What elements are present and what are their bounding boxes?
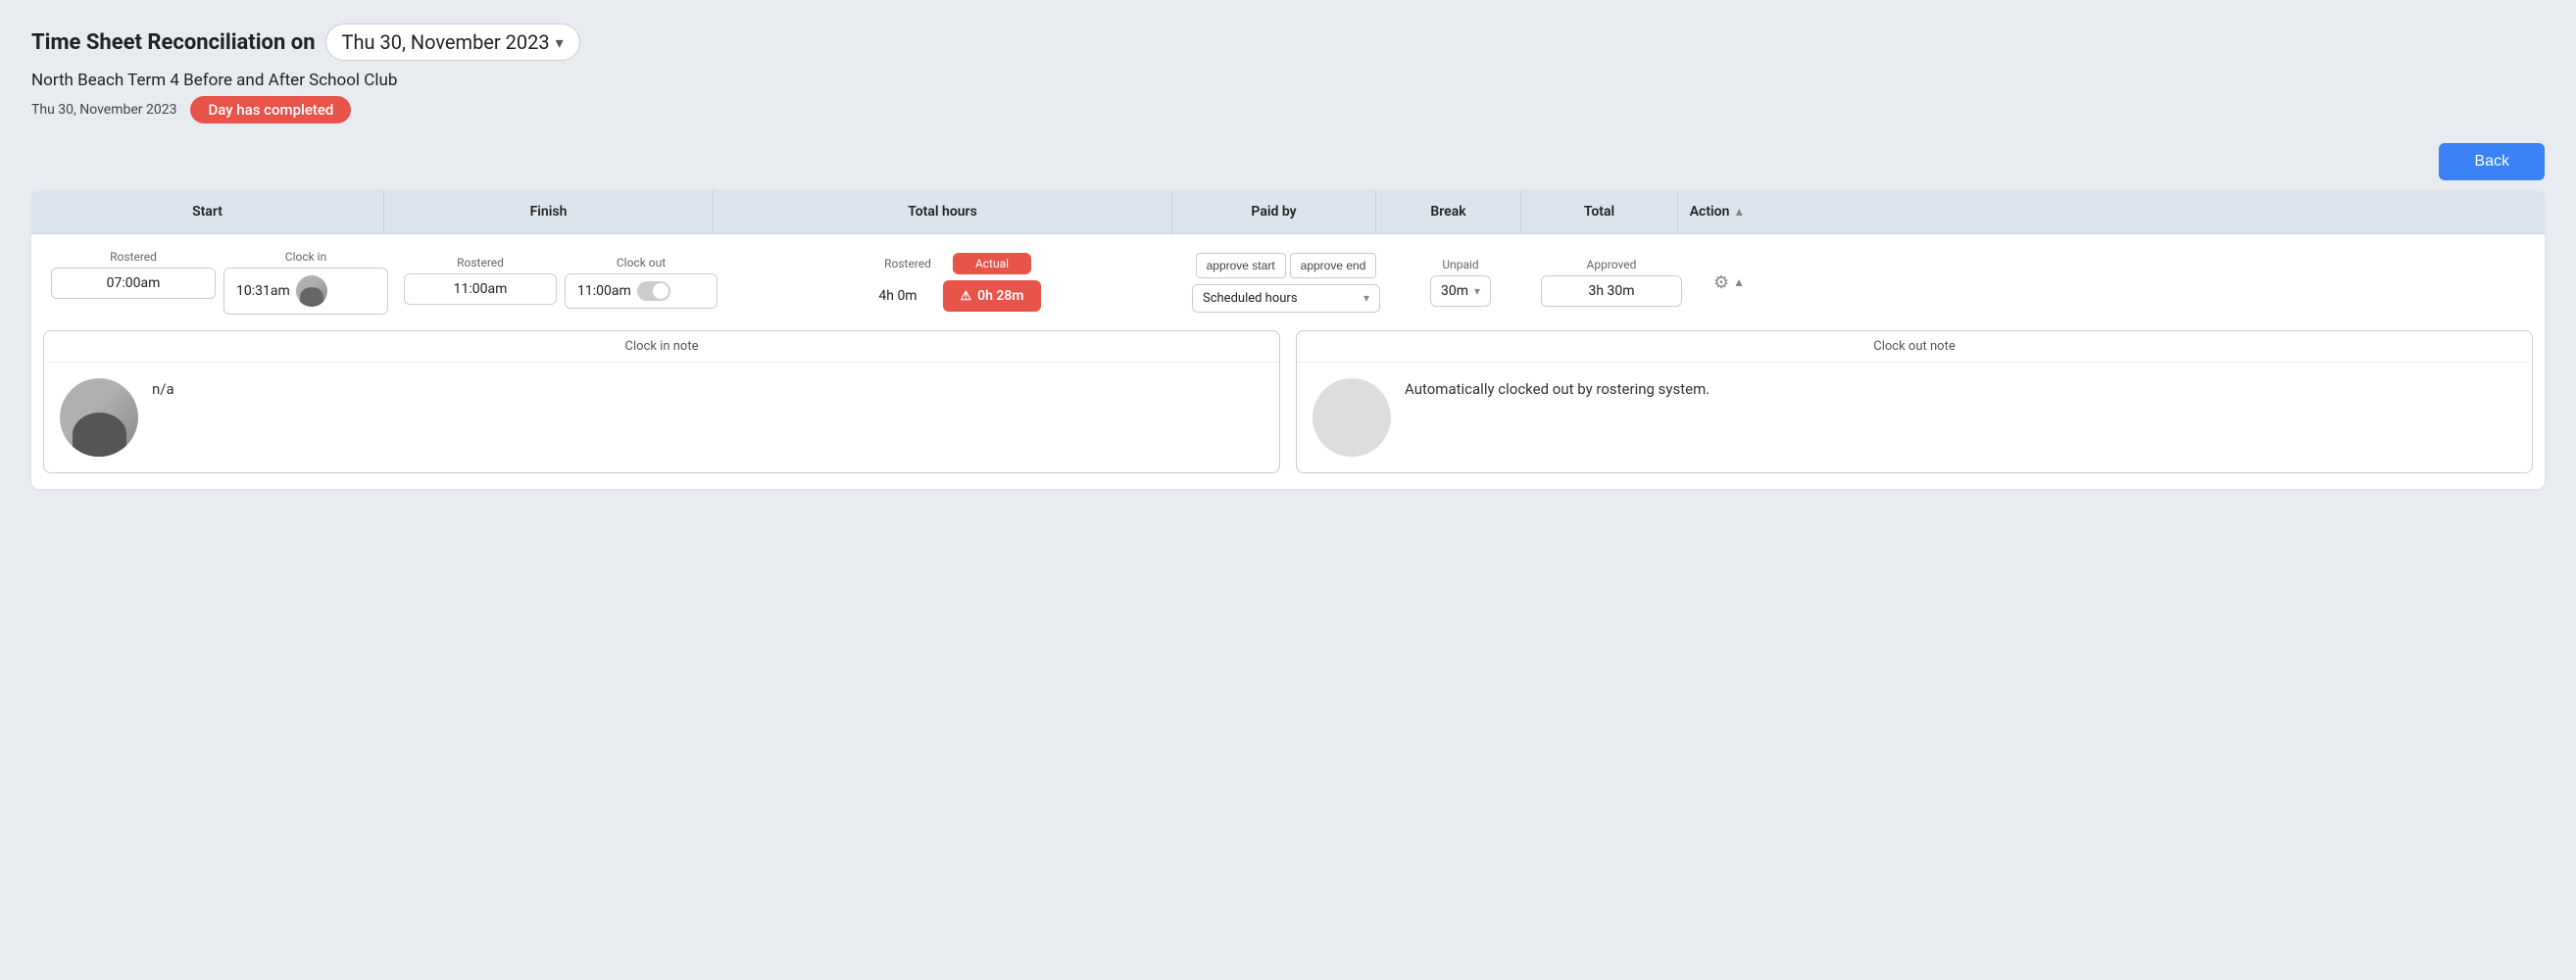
avatar [296,275,327,307]
row-collapse-icon[interactable]: ▲ [1733,275,1745,289]
total-cell: Approved 3h 30m [1533,258,1690,307]
total-actual-badge: ⚠ 0h 28m [943,280,1041,312]
clock-out-note-header: Clock out note [1297,331,2532,363]
subtitle: North Beach Term 4 Before and After Scho… [31,71,2545,90]
chevron-down-icon: ▾ [556,33,564,52]
break-value[interactable]: 30m ▾ [1430,275,1491,307]
finish-rostered-value: 11:00am [404,273,557,305]
toggle-clockout[interactable] [637,281,670,301]
col-head-finish: Finish [384,190,714,233]
date-selector[interactable]: Thu 30, November 2023 ▾ [325,24,580,61]
page-title-prefix: Time Sheet Reconciliation on [31,30,316,55]
paid-by-select[interactable]: Scheduled hours ▾ [1192,284,1380,313]
status-date: Thu 30, November 2023 [31,102,176,118]
start-cell: Rostered 07:00am Clock in 10:31am [43,250,396,315]
col-action-label: Action [1690,204,1730,220]
col-head-start: Start [31,190,384,233]
clock-in-avatar [60,378,138,457]
back-button[interactable]: Back [2439,143,2545,180]
start-clockin-label: Clock in [285,250,326,264]
break-chevron-icon: ▾ [1474,284,1480,298]
action-cell: ⚙ ▲ [1690,272,1768,293]
clock-in-note-box: Clock in note n/a [43,330,1280,473]
break-unpaid-label: Unpaid [1442,258,1478,271]
clock-in-note-text: n/a [152,378,174,401]
table-row: Rostered 07:00am Clock in 10:31am [43,250,2533,315]
finish-cell: Rostered 11:00am Clock out 11:00am [396,256,725,309]
col-head-action: Action ▲ [1678,190,1757,233]
total-approved-label: Approved [1587,258,1637,271]
clock-out-note-text: Automatically clocked out by rostering s… [1405,378,1709,401]
finish-clockout-col: Clock out 11:00am [565,256,718,309]
col-head-paid-by: Paid by [1172,190,1376,233]
finish-rostered-col: Rostered 11:00am [404,256,557,309]
paid-by-value: Scheduled hours [1203,291,1298,306]
finish-clockout-label: Clock out [617,256,666,270]
gear-icon[interactable]: ⚙ [1713,272,1729,293]
table-header: Start Finish Total hours Paid by Break T… [31,190,2545,234]
start-rostered-value: 07:00am [51,268,216,299]
warning-icon: ⚠ [960,289,971,304]
clock-in-note-header: Clock in note [44,331,1279,363]
total-rostered-value: 4h 0m [868,288,927,304]
finish-rostered-label: Rostered [457,256,504,270]
paid-by-cell: approve start approve end Scheduled hour… [1184,253,1388,313]
table-body: Rostered 07:00am Clock in 10:31am [31,234,2545,489]
day-completed-badge: Day has completed [190,96,351,123]
total-value: 3h 30m [1541,275,1682,307]
col-head-break: Break [1376,190,1521,233]
clock-out-note-box: Clock out note Automatically clocked out… [1296,330,2533,473]
start-rostered-col: Rostered 07:00am [51,250,216,315]
paid-by-chevron-icon: ▾ [1363,291,1369,305]
col-head-total: Total [1521,190,1678,233]
notes-row: Clock in note n/a Clock out note Automat… [43,330,2533,473]
action-sort-icon: ▲ [1733,205,1745,219]
approve-end-button[interactable]: approve end [1290,253,1377,278]
approve-start-button[interactable]: approve start [1196,253,1286,278]
start-clockin-value: 10:31am [223,268,388,315]
total-actual-label: Actual [953,253,1031,274]
date-label: Thu 30, November 2023 [342,30,550,54]
break-cell: Unpaid 30m ▾ [1388,258,1533,307]
total-rostered-label: Rostered [878,257,937,270]
start-rostered-label: Rostered [110,250,157,264]
finish-clockout-value: 11:00am [565,273,718,309]
total-hours-cell: Rostered Actual 4h 0m ⚠ 0h 28m [725,253,1184,312]
clock-out-avatar [1313,378,1391,457]
total-actual-value: 0h 28m [977,288,1023,304]
col-head-total-hours: Total hours [714,190,1172,233]
start-clockin-col: Clock in 10:31am [223,250,388,315]
timesheet-table: Start Finish Total hours Paid by Break T… [31,190,2545,489]
